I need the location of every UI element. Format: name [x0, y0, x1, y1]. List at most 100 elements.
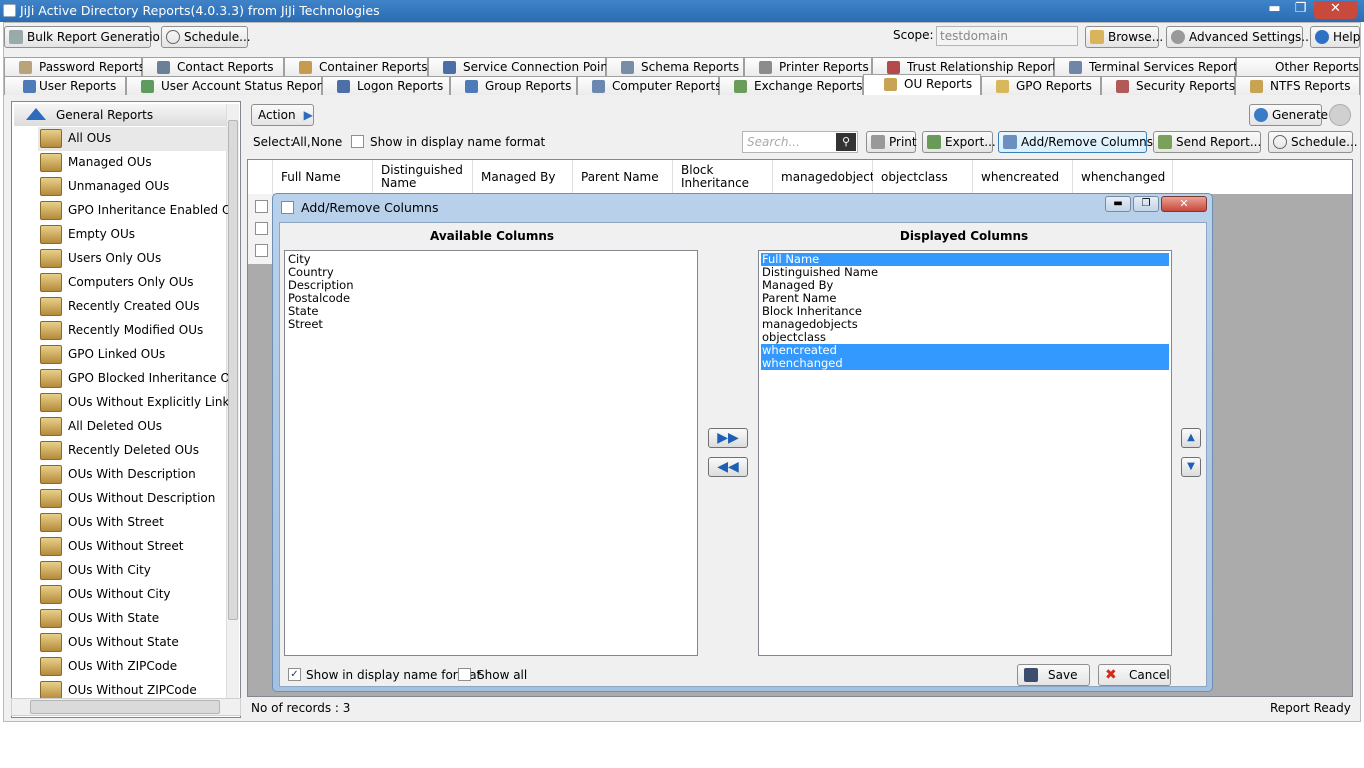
select-all-link[interactable]: All,: [292, 135, 311, 149]
report-schedule-button[interactable]: Schedule...: [1268, 131, 1358, 153]
column-header[interactable]: whencreated: [973, 160, 1073, 194]
select-none-link[interactable]: None: [311, 135, 342, 149]
maximize-button[interactable]: ❐: [1288, 1, 1313, 19]
sidebar-item-users-only-ous[interactable]: Users Only OUs: [38, 247, 228, 271]
close-button[interactable]: ✕: [1314, 1, 1357, 19]
bulk-report-button[interactable]: Bulk Report Generation...: [4, 26, 179, 48]
sidebar-item-ous-without-linked-gpo[interactable]: OUs Without Explicitly Linked GP: [38, 391, 228, 415]
sidebar-item-ous-without-description[interactable]: OUs Without Description: [38, 487, 228, 511]
tab-container-reports[interactable]: Container Reports: [284, 57, 428, 76]
tab-contact-reports[interactable]: Contact Reports: [142, 57, 284, 76]
tab-gpo-reports[interactable]: GPO Reports: [981, 76, 1101, 95]
list-item[interactable]: whenchanged: [761, 357, 1169, 370]
tab-group-reports[interactable]: Group Reports: [450, 76, 577, 95]
scope-field[interactable]: testdomain: [936, 26, 1078, 46]
display-name-checkbox[interactable]: [351, 135, 364, 148]
dialog-minimize-button[interactable]: ▬: [1105, 196, 1131, 212]
ou-icon: [40, 153, 62, 172]
schedule-button[interactable]: Schedule...: [161, 26, 251, 48]
tab-service-connection-point[interactable]: Service Connection Point: [428, 57, 613, 76]
tab-printer-reports[interactable]: Printer Reports: [744, 57, 872, 76]
move-up-button[interactable]: ▲: [1181, 428, 1201, 448]
stop-icon[interactable]: [1329, 104, 1351, 126]
sidebar-item-recently-modified-ous[interactable]: Recently Modified OUs: [38, 319, 228, 343]
show-display-name-checkbox[interactable]: ✓: [288, 668, 301, 681]
minimize-button[interactable]: ▬: [1262, 1, 1287, 19]
show-all-checkbox[interactable]: [458, 668, 471, 681]
generate-button[interactable]: Generate: [1249, 104, 1328, 126]
tab-computer-reports[interactable]: Computer Reports: [577, 76, 722, 95]
move-down-button[interactable]: ▼: [1181, 457, 1201, 477]
column-header[interactable]: Managed By: [473, 160, 573, 194]
search-icon[interactable]: ⚲: [836, 133, 856, 151]
sidebar-item-all-deleted-ous[interactable]: All Deleted OUs: [38, 415, 228, 439]
scroll-thumb[interactable]: [228, 120, 238, 620]
column-header[interactable]: whenchanged: [1073, 160, 1173, 194]
sidebar-item-ous-with-description[interactable]: OUs With Description: [38, 463, 228, 487]
tab-user-account-status-reports[interactable]: User Account Status Reports: [126, 76, 333, 95]
add-remove-columns-button[interactable]: Add/Remove Columns...: [998, 131, 1164, 153]
displayed-columns-title: Displayed Columns: [899, 229, 1029, 243]
ou-icon: [40, 249, 62, 268]
hscroll-thumb[interactable]: [30, 700, 220, 714]
sidebar-item-all-ous[interactable]: All OUs: [38, 127, 228, 151]
select-label: Select:: [253, 135, 295, 149]
browse-button[interactable]: Browse...: [1085, 26, 1163, 48]
print-button[interactable]: Print: [866, 131, 917, 153]
column-header[interactable]: Distinguished Name: [373, 160, 473, 194]
sidebar-item-ous-without-city[interactable]: OUs Without City: [38, 583, 228, 607]
remove-columns-button[interactable]: ◀◀: [708, 457, 748, 477]
tab-exchange-reports[interactable]: Exchange Reports: [719, 76, 863, 95]
dialog-close-button[interactable]: ✕: [1161, 196, 1207, 212]
column-header[interactable]: Parent Name: [573, 160, 673, 194]
sidebar-item-gpo-linked-ous[interactable]: GPO Linked OUs: [38, 343, 228, 367]
list-item[interactable]: Street: [287, 318, 323, 331]
advanced-settings-button[interactable]: Advanced Settings...: [1166, 26, 1313, 48]
help-icon: [1315, 30, 1329, 44]
column-header[interactable]: objectclass: [873, 160, 973, 194]
sidebar-item-gpo-inheritance-enabled[interactable]: GPO Inheritance Enabled OUs: [38, 199, 228, 223]
save-button[interactable]: Save: [1017, 664, 1090, 686]
sidebar-item-recently-deleted-ous[interactable]: Recently Deleted OUs: [38, 439, 228, 463]
tab-security-reports[interactable]: Security Reports: [1101, 76, 1235, 95]
column-header[interactable]: Block Inheritance: [673, 160, 773, 194]
available-columns-list[interactable]: City Country Description Postalcode Stat…: [284, 250, 698, 656]
sidebar-item-ous-without-state[interactable]: OUs Without State: [38, 631, 228, 655]
row-checkbox[interactable]: [255, 244, 268, 257]
tab-logon-reports[interactable]: Logon Reports: [322, 76, 450, 95]
row-checkbox[interactable]: [255, 200, 268, 213]
tab-other-reports[interactable]: Other Reports: [1236, 57, 1360, 76]
sidebar-item-computers-only-ous[interactable]: Computers Only OUs: [38, 271, 228, 295]
export-button[interactable]: Export...: [922, 131, 996, 153]
column-header[interactable]: managedobjects: [773, 160, 881, 194]
sidebar-item-recently-created-ous[interactable]: Recently Created OUs: [38, 295, 228, 319]
tab-ou-reports[interactable]: OU Reports: [863, 74, 981, 95]
action-button[interactable]: Action ▶: [251, 104, 314, 126]
sidebar-hscrollbar[interactable]: [11, 698, 241, 716]
sidebar-item-ous-with-zipcode[interactable]: OUs With ZIPCode: [38, 655, 228, 679]
sidebar-item-ous-with-state[interactable]: OUs With State: [38, 607, 228, 631]
sidebar-item-gpo-blocked-inheritance[interactable]: GPO Blocked Inheritance OUs: [38, 367, 228, 391]
tab-ntfs-reports[interactable]: NTFS Reports: [1235, 76, 1360, 95]
cancel-button[interactable]: ✖ Cancel: [1098, 664, 1171, 686]
add-columns-button[interactable]: ▶▶: [708, 428, 748, 448]
help-button[interactable]: Help: [1310, 26, 1360, 48]
tab-password-reports[interactable]: Password Reports: [4, 57, 145, 76]
sidebar-item-empty-ous[interactable]: Empty OUs: [38, 223, 228, 247]
dialog-maximize-button[interactable]: ❐: [1133, 196, 1159, 212]
displayed-columns-list[interactable]: Full Name Distinguished Name Managed By …: [758, 250, 1172, 656]
sidebar-item-ous-without-street[interactable]: OUs Without Street: [38, 535, 228, 559]
sidebar-item-ous-with-city[interactable]: OUs With City: [38, 559, 228, 583]
tab-user-reports[interactable]: User Reports: [4, 76, 126, 95]
column-header[interactable]: Full Name: [273, 160, 373, 194]
sidebar-header[interactable]: General Reports: [14, 104, 226, 126]
send-report-button[interactable]: Send Report...: [1153, 131, 1261, 153]
ntfs-icon: [1250, 80, 1263, 93]
sidebar-item-unmanaged-ous[interactable]: Unmanaged OUs: [38, 175, 228, 199]
tab-schema-reports[interactable]: Schema Reports: [606, 57, 744, 76]
row-checkbox[interactable]: [255, 222, 268, 235]
user-icon: [23, 80, 36, 93]
sidebar-item-managed-ous[interactable]: Managed OUs: [38, 151, 228, 175]
sidebar-item-ous-with-street[interactable]: OUs With Street: [38, 511, 228, 535]
tab-terminal-services-reports[interactable]: Terminal Services Reports: [1054, 57, 1244, 76]
